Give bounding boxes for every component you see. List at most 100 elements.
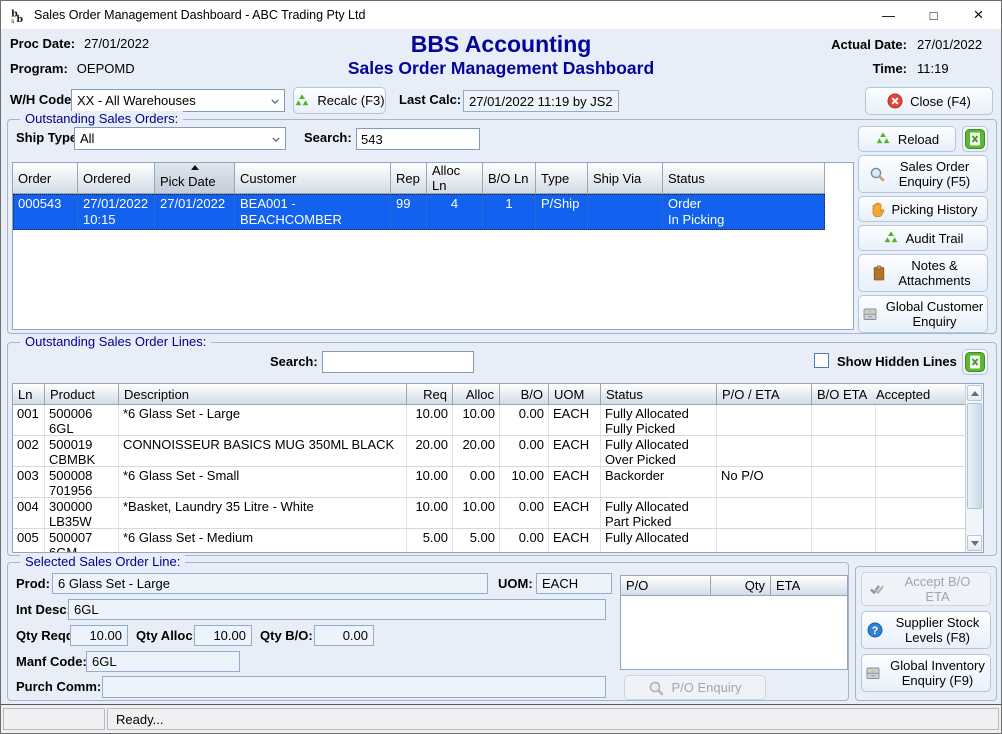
cell-rep: 99 [391, 194, 427, 230]
cell-bo: 10.00 [500, 467, 549, 497]
cell-product: 500019CBMBK [45, 436, 119, 466]
col-description[interactable]: Description [119, 384, 407, 405]
col-ordered[interactable]: Ordered [78, 163, 155, 194]
col-order[interactable]: Order [13, 163, 78, 194]
double-check-icon [869, 581, 885, 597]
last-calc-label: Last Calc: [399, 92, 461, 107]
lines-search-input[interactable] [322, 351, 474, 373]
cell-uom: EACH [549, 498, 601, 528]
magnifier-icon [869, 166, 885, 182]
reload-button[interactable]: Reload [858, 126, 956, 152]
col-line-status[interactable]: Status [601, 384, 717, 405]
cell-bo: 0.00 [500, 529, 549, 553]
col-uom[interactable]: UOM [549, 384, 601, 405]
col-alloc[interactable]: Alloc [453, 384, 500, 405]
accept-bo-eta-button[interactable]: Accept B/O ETA [861, 572, 991, 606]
clipboard-icon [871, 265, 887, 281]
notes-attachments-button[interactable]: Notes & Attachments [858, 254, 988, 292]
col-po-eta[interactable]: P/O / ETA [717, 384, 812, 405]
cell-product: 5000076GM [45, 529, 119, 553]
global-inventory-enquiry-button[interactable]: Global Inventory Enquiry (F9) [861, 654, 991, 692]
cell-status: OrderIn Picking [663, 194, 825, 230]
line-row-3[interactable]: 003 500008701956 *6 Glass Set - Small 10… [13, 467, 983, 498]
col-type[interactable]: Type [536, 163, 588, 194]
col-ln[interactable]: Ln [13, 384, 45, 405]
col-accepted[interactable]: Accepted [876, 384, 967, 405]
line-row-1[interactable]: 001 5000066GL *6 Glass Set - Large 10.00… [13, 405, 983, 436]
scroll-down-button[interactable] [967, 535, 982, 551]
col-po[interactable]: P/O [621, 576, 711, 596]
qty-alloc-label: Qty Alloc: [136, 628, 197, 643]
orders-buttons: Reload Sales Order Enquiry (F5) Picking … [858, 126, 988, 333]
cell-accepted [876, 405, 967, 435]
col-bo-ln[interactable]: B/O Ln [483, 163, 536, 194]
hand-icon [869, 201, 885, 217]
col-status[interactable]: Status [663, 163, 825, 194]
close-f4-button[interactable]: Close (F4) [865, 87, 993, 115]
cell-ship-via [588, 194, 663, 230]
window-close-button[interactable]: × [956, 1, 1001, 29]
col-ship-via[interactable]: Ship Via [588, 163, 663, 194]
sort-ascending-icon [191, 165, 199, 170]
global-customer-enquiry-button[interactable]: Global Customer Enquiry [858, 295, 988, 333]
cell-accepted [876, 529, 967, 553]
lines-search-label: Search: [270, 354, 318, 369]
scrollbar-thumb[interactable] [967, 403, 982, 509]
col-rep[interactable]: Rep [391, 163, 427, 194]
manf-code-label: Manf Code: [16, 654, 87, 669]
maximize-button[interactable]: □ [911, 1, 956, 29]
cell-po-eta [717, 436, 812, 466]
audit-trail-button[interactable]: Audit Trail [858, 225, 988, 251]
cell-alloc: 10.00 [453, 405, 500, 435]
col-bo-eta[interactable]: B/O ETA [812, 384, 876, 405]
scroll-up-button[interactable] [967, 385, 982, 401]
col-po-qty[interactable]: Qty [711, 576, 771, 596]
lines-export-excel-button[interactable] [962, 349, 988, 375]
warehouse-select-value: XX - All Warehouses [77, 93, 196, 108]
col-po-eta[interactable]: ETA [771, 576, 847, 596]
supplier-stock-levels-button[interactable]: Supplier Stock Levels (F8) [861, 611, 991, 649]
ship-type-select[interactable]: All [74, 127, 286, 150]
cell-uom: EACH [549, 529, 601, 553]
show-hidden-checkbox[interactable] [814, 353, 829, 368]
line-row-4[interactable]: 004 300000LB35W *Basket, Laundry 35 Litr… [13, 498, 983, 529]
cabinet-icon [862, 306, 878, 322]
col-alloc-ln[interactable]: Alloc Ln [427, 163, 483, 194]
wh-code-label: W/H Code: [10, 92, 76, 107]
col-product[interactable]: Product [45, 384, 119, 405]
orders-search-input[interactable] [356, 128, 480, 150]
order-row[interactable]: 000543 27/01/202210:15 27/01/2022 BEA001… [13, 194, 825, 230]
cell-uom: EACH [549, 436, 601, 466]
actual-date-label: Actual Date: [831, 37, 907, 52]
picking-history-button[interactable]: Picking History [858, 196, 988, 222]
cell-alloc: 20.00 [453, 436, 500, 466]
cell-description: CONNOISSEUR BASICS MUG 350ML BLACK [119, 436, 407, 466]
last-calc-value: 27/01/2022 11:19 by JS2 [463, 90, 619, 112]
lines-scrollbar[interactable] [965, 384, 983, 552]
line-row-5[interactable]: 005 5000076GM *6 Glass Set - Medium 5.00… [13, 529, 983, 553]
cell-bo-eta [812, 405, 876, 435]
col-pick-date[interactable]: Pick Date [155, 163, 235, 194]
header: Proc Date: 27/01/2022 Program: OEPOMD BB… [1, 29, 1001, 116]
cell-status: Fully Allocated [601, 529, 717, 553]
prod-label: Prod: [16, 576, 50, 591]
po-enquiry-button[interactable]: P/O Enquiry [624, 675, 766, 700]
minimize-button[interactable]: — [866, 1, 911, 29]
warehouse-select[interactable]: XX - All Warehouses [71, 89, 285, 112]
orders-section-title: Outstanding Sales Orders: [20, 111, 183, 126]
cell-ln: 005 [13, 529, 45, 553]
export-excel-button[interactable] [962, 126, 988, 152]
header-right: Actual Date: 27/01/2022 Time: 11:19 [831, 37, 991, 76]
col-bo[interactable]: B/O [500, 384, 549, 405]
line-row-2[interactable]: 002 500019CBMBK CONNOISSEUR BASICS MUG 3… [13, 436, 983, 467]
recalc-button[interactable]: Recalc (F3) [293, 87, 386, 114]
cell-alloc: 0.00 [453, 467, 500, 497]
po-table: P/O Qty ETA [620, 575, 848, 670]
cell-description: *6 Glass Set - Medium [119, 529, 407, 553]
col-req[interactable]: Req [407, 384, 453, 405]
chevron-down-icon [271, 98, 279, 104]
sales-order-enquiry-button[interactable]: Sales Order Enquiry (F5) [858, 155, 988, 193]
qty-bo-field: 0.00 [314, 625, 374, 646]
col-customer[interactable]: Customer [235, 163, 391, 194]
app-icon [10, 7, 27, 24]
